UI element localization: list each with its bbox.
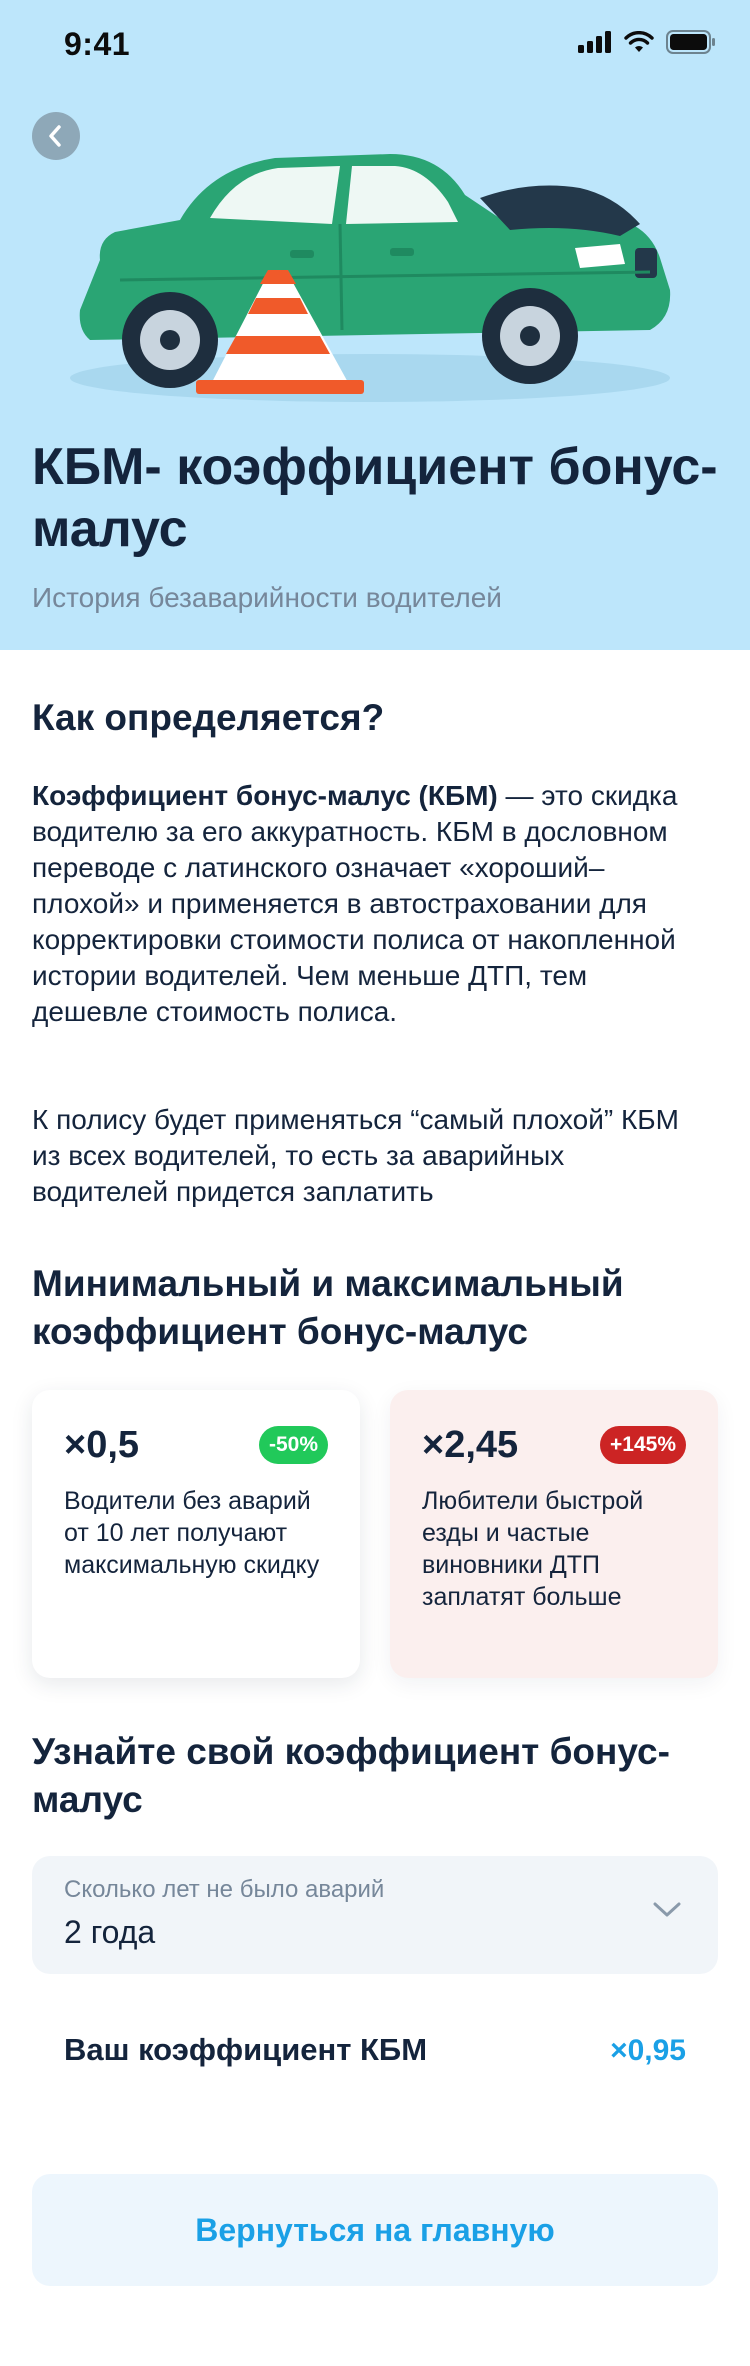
how-paragraph-2: К полису будет применяться “самый плохой… [32, 1104, 679, 1207]
page-subtitle: История безаварийности водителей [32, 582, 502, 613]
damaged-car-illustration [70, 154, 671, 402]
how-paragraph-1: Коэффициент бонус-малус (КБМ) — это скид… [32, 778, 692, 1030]
how-paragraph-1-bold: Коэффициент бонус-малус (КБМ) [32, 780, 498, 811]
section-title-range: Минимальный и максимальный коэффициент б… [32, 1263, 624, 1352]
return-home-button[interactable]: Вернуться на главную [32, 2174, 718, 2286]
status-icons [578, 30, 716, 54]
select-label: Сколько лет не было аварий [64, 1876, 385, 1903]
kbm-result-value: ×0,95 [610, 2034, 686, 2067]
min-coefficient-description: Водители без аварий от 10 лет получают м… [64, 1487, 320, 1579]
page-title: КБМ- коэффициент бонус-малус [32, 438, 718, 558]
section-title-how: Как определяется? [32, 697, 385, 738]
section-title-calculator: Узнайте свой коэффициент бонус-малус [32, 1731, 670, 1820]
status-bar: 9:41 [0, 0, 750, 88]
hero-header: 9:41 КБМ- коэффициент бонус-малус Истори… [0, 0, 750, 650]
select-value: 2 года [64, 1914, 156, 1950]
accident-free-years-select[interactable]: Сколько лет не было аварий 2 года [32, 1856, 718, 1974]
battery-icon [666, 30, 715, 54]
signal-icon [578, 31, 611, 53]
max-coefficient-card: ×2,45 +145% Любители быстрой езды и част… [390, 1390, 718, 1678]
max-surcharge-badge: +145% [600, 1426, 686, 1464]
min-coefficient-card: ×0,5 -50% Водители без аварий от 10 лет … [32, 1390, 360, 1678]
max-coefficient-description: Любители быстрой езды и частые виновники… [422, 1487, 644, 1611]
chevron-down-icon [653, 1902, 681, 1917]
how-paragraph-1-rest: — это скидка водителю за его аккуратност… [32, 780, 678, 1027]
wifi-icon [624, 31, 654, 52]
min-discount-badge: -50% [258, 1426, 328, 1464]
kbm-result-label: Ваш коэффициент КБМ [64, 2032, 428, 2067]
status-time: 9:41 [64, 26, 131, 62]
